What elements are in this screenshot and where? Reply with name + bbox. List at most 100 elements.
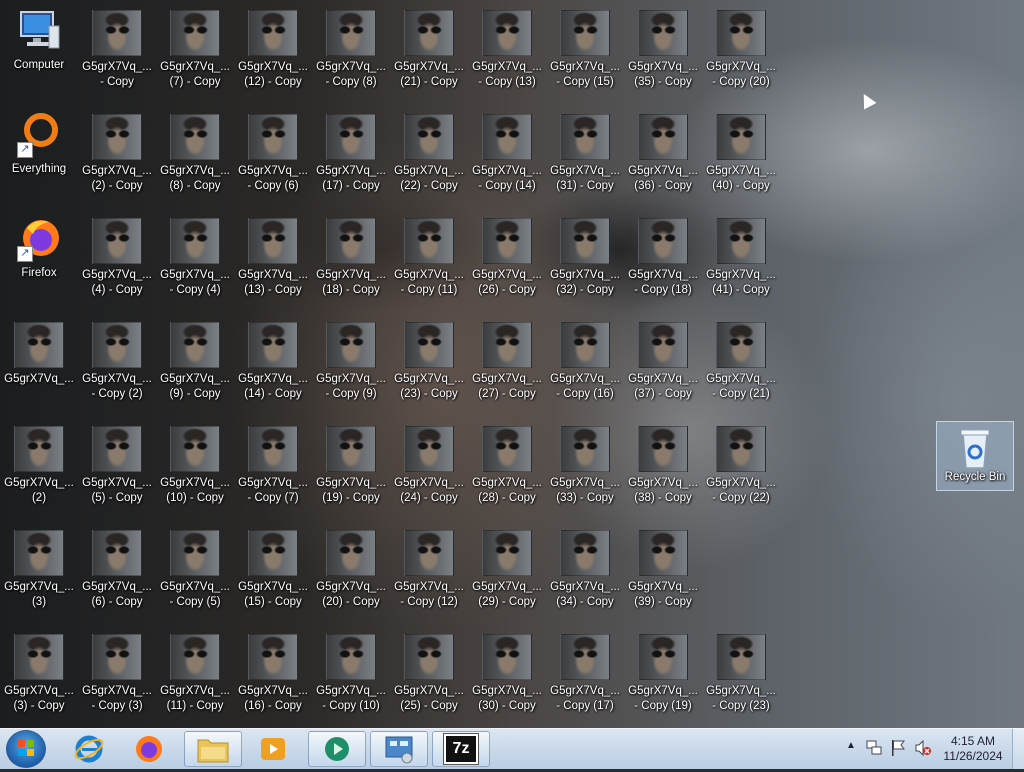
taskbar-firefox[interactable] bbox=[120, 731, 178, 767]
desktop-file-icon[interactable]: G5grX7Vq_... (14) - Copy bbox=[236, 318, 310, 402]
desktop-file-icon[interactable]: G5grX7Vq_... (13) - Copy bbox=[236, 214, 310, 298]
taskbar-7zip[interactable]: 7z bbox=[432, 731, 490, 767]
desktop-file-icon[interactable]: G5grX7Vq_... bbox=[2, 318, 76, 387]
desktop-file-icon[interactable]: G5grX7Vq_... (9) - Copy bbox=[158, 318, 232, 402]
desktop-file-icon[interactable]: G5grX7Vq_... - Copy (11) bbox=[392, 214, 466, 298]
desktop-file-icon[interactable]: G5grX7Vq_... (16) - Copy bbox=[236, 630, 310, 714]
file-name-line-2: - Copy (16) bbox=[556, 388, 614, 400]
desktop-file-icon[interactable]: G5grX7Vq_... (40) - Copy bbox=[704, 110, 778, 194]
desktop-file-icon[interactable]: G5grX7Vq_... (31) - Copy bbox=[548, 110, 622, 194]
desktop-file-icon[interactable]: G5grX7Vq_... - Copy (19) bbox=[626, 630, 700, 714]
desktop-file-icon[interactable]: G5grX7Vq_... - Copy (12) bbox=[392, 526, 466, 610]
desktop-file-icon[interactable]: G5grX7Vq_... (12) - Copy bbox=[236, 6, 310, 90]
desktop-icon-label: Recycle Bin bbox=[944, 471, 1006, 483]
file-name-line-1: G5grX7Vq_... bbox=[160, 269, 230, 281]
start-button[interactable] bbox=[6, 730, 46, 768]
desktop-file-icon[interactable]: G5grX7Vq_... (41) - Copy bbox=[704, 214, 778, 298]
desktop-file-icon[interactable]: G5grX7Vq_... (7) - Copy bbox=[158, 6, 232, 90]
taskbar-control-panel[interactable] bbox=[370, 731, 428, 767]
desktop-file-icon[interactable]: G5grX7Vq_... (28) - Copy bbox=[470, 422, 544, 506]
desktop-file-icon[interactable]: G5grX7Vq_... - Copy (23) bbox=[704, 630, 778, 714]
desktop-file-icon[interactable]: G5grX7Vq_... (30) - Copy bbox=[470, 630, 544, 714]
desktop-file-icon[interactable]: G5grX7Vq_... (17) - Copy bbox=[314, 110, 388, 194]
desktop-file-icon[interactable]: G5grX7Vq_... - Copy (13) bbox=[470, 6, 544, 90]
flag-icon[interactable] bbox=[890, 739, 906, 760]
desktop-file-icon[interactable]: G5grX7Vq_... (20) - Copy bbox=[314, 526, 388, 610]
desktop-file-icon[interactable]: G5grX7Vq_... - Copy (14) bbox=[470, 110, 544, 194]
desktop-file-icon[interactable]: G5grX7Vq_... (8) - Copy bbox=[158, 110, 232, 194]
desktop-file-icon[interactable]: G5grX7Vq_... (6) - Copy bbox=[80, 526, 154, 610]
7zip-icon: 7z bbox=[443, 733, 479, 765]
file-name-line-2: (28) - Copy bbox=[478, 492, 536, 504]
image-thumbnail-icon bbox=[482, 322, 532, 368]
taskbar-file-explorer[interactable] bbox=[184, 731, 242, 767]
desktop-file-icon[interactable]: G5grX7Vq_... (37) - Copy bbox=[626, 318, 700, 402]
desktop-icon-computer[interactable]: Computer bbox=[2, 6, 76, 73]
chevron-up-icon[interactable]: ▲ bbox=[846, 740, 856, 751]
taskbar-clock[interactable]: 4:15 AM 11/26/2024 bbox=[938, 734, 1008, 764]
desktop-file-icon[interactable]: G5grX7Vq_... - Copy (7) bbox=[236, 422, 310, 506]
desktop-file-icon[interactable]: G5grX7Vq_... - Copy (4) bbox=[158, 214, 232, 298]
network-icon[interactable] bbox=[866, 739, 882, 760]
desktop-file-icon[interactable]: G5grX7Vq_... - Copy (10) bbox=[314, 630, 388, 714]
desktop-file-icon[interactable]: G5grX7Vq_... (2) - Copy bbox=[80, 110, 154, 194]
desktop-file-icon[interactable]: G5grX7Vq_... - Copy (5) bbox=[158, 526, 232, 610]
desktop-file-icon[interactable]: G5grX7Vq_... - Copy (6) bbox=[236, 110, 310, 194]
desktop-file-icon[interactable]: G5grX7Vq_... (25) - Copy bbox=[392, 630, 466, 714]
desktop-file-icon[interactable]: G5grX7Vq_... - Copy (20) bbox=[704, 6, 778, 90]
desktop-file-icon[interactable]: G5grX7Vq_... - Copy (2) bbox=[80, 318, 154, 402]
desktop-file-icon[interactable]: G5grX7Vq_... - Copy (22) bbox=[704, 422, 778, 506]
desktop-file-icon[interactable]: G5grX7Vq_... (23) - Copy bbox=[392, 318, 466, 402]
image-thumbnail-icon bbox=[170, 634, 220, 680]
desktop-file-icon[interactable]: G5grX7Vq_... (32) - Copy bbox=[548, 214, 622, 298]
file-name-line-2: (26) - Copy bbox=[478, 284, 536, 296]
desktop-icon-firefox[interactable]: ↗ Firefox bbox=[2, 214, 76, 281]
desktop-file-icon[interactable]: G5grX7Vq_... (36) - Copy bbox=[626, 110, 700, 194]
image-thumbnail-icon bbox=[638, 426, 688, 472]
desktop-file-icon[interactable]: G5grX7Vq_... (38) - Copy bbox=[626, 422, 700, 506]
desktop-file-icon[interactable]: G5grX7Vq_... - Copy (18) bbox=[626, 214, 700, 298]
desktop-file-icon[interactable]: G5grX7Vq_... - Copy (3) bbox=[80, 630, 154, 714]
desktop[interactable]: Computer ↗ Everything ↗ Firefox G5grX7Vq… bbox=[0, 0, 1024, 728]
taskbar-green-app[interactable] bbox=[308, 731, 366, 767]
desktop-file-icon[interactable]: G5grX7Vq_... (3) - Copy bbox=[2, 630, 76, 714]
desktop-file-icon[interactable]: G5grX7Vq_... (26) - Copy bbox=[470, 214, 544, 298]
taskbar-internet-explorer[interactable] bbox=[60, 731, 118, 767]
image-thumbnail-icon bbox=[170, 426, 220, 472]
desktop-file-icon[interactable]: G5grX7Vq_... (5) - Copy bbox=[80, 422, 154, 506]
desktop-file-icon[interactable]: G5grX7Vq_... (3) bbox=[2, 526, 76, 610]
desktop-file-icon[interactable]: G5grX7Vq_... - Copy (21) bbox=[704, 318, 778, 402]
desktop-file-icon[interactable]: G5grX7Vq_... (22) - Copy bbox=[392, 110, 466, 194]
desktop-file-icon[interactable]: G5grX7Vq_... (11) - Copy bbox=[158, 630, 232, 714]
desktop-file-icon[interactable]: G5grX7Vq_... - Copy (17) bbox=[548, 630, 622, 714]
desktop-file-icon[interactable]: G5grX7Vq_... (39) - Copy bbox=[626, 526, 700, 610]
desktop-file-icon[interactable]: G5grX7Vq_... (4) - Copy bbox=[80, 214, 154, 298]
image-thumbnail-icon bbox=[638, 530, 688, 576]
desktop-icon-everything[interactable]: ↗ Everything bbox=[2, 110, 76, 177]
windows-start-icon bbox=[18, 740, 34, 756]
desktop-file-icon[interactable]: G5grX7Vq_... (15) - Copy bbox=[236, 526, 310, 610]
desktop-file-icon[interactable]: G5grX7Vq_... - Copy (8) bbox=[314, 6, 388, 90]
file-name-line-1: G5grX7Vq_... bbox=[628, 165, 698, 177]
desktop-file-icon[interactable]: G5grX7Vq_... - Copy (15) bbox=[548, 6, 622, 90]
desktop-file-icon[interactable]: G5grX7Vq_... (10) - Copy bbox=[158, 422, 232, 506]
file-name-line-2: - Copy (11) bbox=[400, 284, 458, 296]
desktop-file-icon[interactable]: G5grX7Vq_... (18) - Copy bbox=[314, 214, 388, 298]
desktop-file-icon[interactable]: G5grX7Vq_... (24) - Copy bbox=[392, 422, 466, 506]
desktop-file-icon[interactable]: G5grX7Vq_... (2) bbox=[2, 422, 76, 506]
desktop-file-icon[interactable]: G5grX7Vq_... (33) - Copy bbox=[548, 422, 622, 506]
desktop-file-icon[interactable]: G5grX7Vq_... (19) - Copy bbox=[314, 422, 388, 506]
desktop-file-icon[interactable]: G5grX7Vq_... - Copy (9) bbox=[314, 318, 388, 402]
desktop-file-icon[interactable]: G5grX7Vq_... (34) - Copy bbox=[548, 526, 622, 610]
desktop-file-icon[interactable]: G5grX7Vq_... - Copy (16) bbox=[548, 318, 622, 402]
desktop-file-icon[interactable]: G5grX7Vq_... (35) - Copy bbox=[626, 6, 700, 90]
desktop-file-icon[interactable]: G5grX7Vq_... (27) - Copy bbox=[470, 318, 544, 402]
desktop-icon-recycle-bin[interactable]: Recycle Bin bbox=[936, 421, 1014, 491]
desktop-file-icon[interactable]: G5grX7Vq_... - Copy bbox=[80, 6, 154, 90]
volume-muted-icon[interactable] bbox=[914, 739, 932, 760]
desktop-file-icon[interactable]: G5grX7Vq_... (29) - Copy bbox=[470, 526, 544, 610]
show-desktop-button[interactable] bbox=[1012, 729, 1024, 769]
taskbar-media-player[interactable] bbox=[244, 731, 302, 767]
file-name-line-1: G5grX7Vq_... bbox=[82, 685, 152, 697]
desktop-file-icon[interactable]: G5grX7Vq_... (21) - Copy bbox=[392, 6, 466, 90]
